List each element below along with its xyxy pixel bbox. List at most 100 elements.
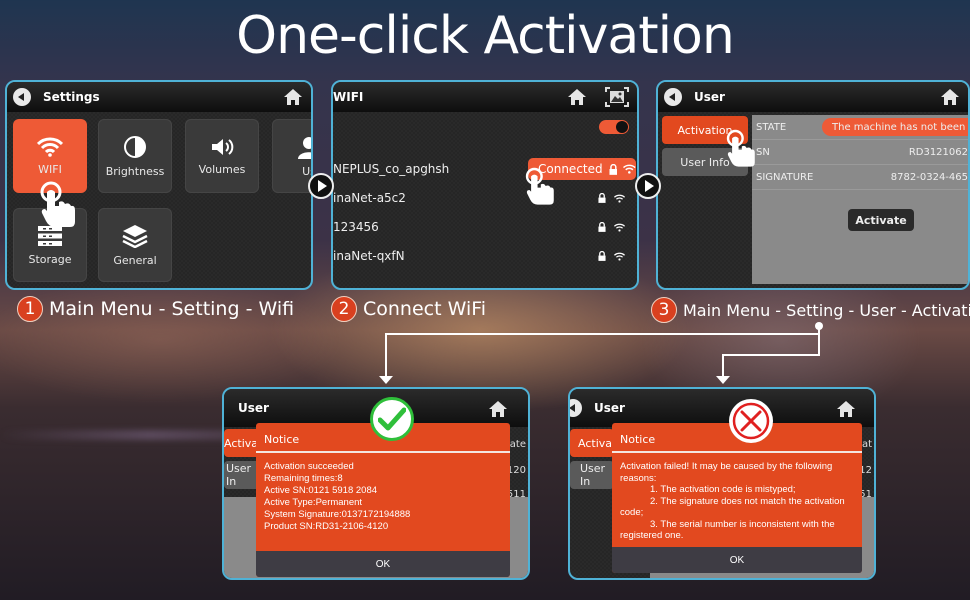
user-header: User bbox=[694, 90, 725, 104]
arrow-down-icon bbox=[379, 376, 393, 384]
network-name: inaNet-qxfN bbox=[333, 249, 405, 263]
settings-panel: Settings WIFI Brightness Volumes Us Stor… bbox=[5, 80, 313, 290]
home-icon[interactable] bbox=[488, 399, 508, 419]
tab-user-info[interactable]: User In bbox=[570, 461, 614, 489]
wifi-network-row[interactable]: inaNet-a5c2 bbox=[333, 184, 637, 212]
arrow-down-icon bbox=[716, 376, 730, 384]
wifi-header: WIFI bbox=[333, 90, 364, 104]
page-title: One-click Activation bbox=[236, 6, 735, 66]
tap-hand-icon bbox=[726, 129, 755, 167]
brightness-icon bbox=[124, 135, 146, 158]
tile-general[interactable]: General bbox=[98, 208, 172, 282]
user-header: User bbox=[594, 401, 625, 415]
wifi-signal-icon bbox=[614, 194, 625, 203]
tile-label: WIFI bbox=[38, 162, 62, 176]
home-icon[interactable] bbox=[836, 399, 856, 419]
tab-label: Activat bbox=[578, 436, 617, 450]
user-topbar: User bbox=[570, 389, 874, 427]
step-text: Connect WiFi bbox=[363, 298, 487, 320]
tile-volumes[interactable]: Volumes bbox=[185, 119, 259, 193]
message-line: Activation succeeded bbox=[264, 461, 354, 472]
tile-brightness[interactable]: Brightness bbox=[98, 119, 172, 193]
row-label: SN bbox=[756, 146, 770, 158]
message-line: Activation failed! It may be caused by t… bbox=[620, 461, 833, 484]
step-3-caption: 3 Main Menu - Setting - User - Activatio… bbox=[651, 297, 970, 323]
tile-label: Storage bbox=[28, 252, 72, 266]
message-line: 2. The signature does not match the acti… bbox=[620, 495, 845, 519]
info-row-signature: SIGNATURE 8782-0324-465 bbox=[752, 165, 968, 190]
state-badge: The machine has not been activ bbox=[822, 118, 968, 136]
message-line: Active Type:Permanent bbox=[264, 497, 363, 508]
volume-icon bbox=[212, 138, 234, 155]
tile-label: Volumes bbox=[198, 162, 246, 176]
wifi-signal-icon bbox=[614, 252, 625, 261]
row-value: RD3121062 bbox=[908, 146, 968, 158]
step-1-caption: 1 Main Menu - Setting - Wifi bbox=[17, 296, 294, 322]
back-button[interactable] bbox=[13, 88, 31, 106]
row-label: SIGNATURE bbox=[756, 171, 814, 183]
screenshot-icon[interactable] bbox=[605, 87, 629, 107]
row-label: STATE bbox=[756, 121, 787, 133]
lock-icon bbox=[609, 163, 617, 175]
tap-hand-icon bbox=[525, 167, 554, 205]
notice-dialog: Notice Activation succeeded Remaining ti… bbox=[256, 423, 510, 577]
ok-button[interactable]: OK bbox=[612, 547, 862, 573]
back-button[interactable] bbox=[664, 88, 682, 106]
activation-info-pane: STATE The machine has not been activ SN … bbox=[752, 115, 968, 284]
x-mark-icon bbox=[732, 402, 770, 440]
wifi-signal-icon bbox=[614, 223, 625, 232]
success-check-badge bbox=[370, 397, 414, 441]
user-activation-panel: User Activation User Info STATE The mach… bbox=[656, 80, 970, 290]
message-line: 1. The activation code is mistyped; bbox=[650, 484, 796, 495]
network-name: NEPLUS_co_apghsh bbox=[333, 162, 450, 176]
dialog-message: Activation failed! It may be caused by t… bbox=[620, 461, 854, 542]
home-icon[interactable] bbox=[567, 87, 587, 107]
tab-activation[interactable]: Activat bbox=[570, 429, 617, 457]
message-line: 3. The serial number is inconsistent wit… bbox=[620, 518, 835, 542]
dialog-divider bbox=[256, 451, 510, 453]
network-name: inaNet-a5c2 bbox=[333, 191, 406, 205]
tap-hand-icon bbox=[40, 181, 75, 227]
wifi-network-row[interactable]: 123456 bbox=[333, 213, 637, 241]
next-step-arrow-1 bbox=[308, 173, 334, 199]
tile-user[interactable]: Us bbox=[272, 119, 311, 193]
home-icon[interactable] bbox=[283, 87, 303, 107]
info-row-state: STATE The machine has not been activ bbox=[752, 115, 968, 140]
notice-dialog: Notice Activation failed! It may be caus… bbox=[612, 423, 862, 573]
message-line: Product SN:RD31-2106-4120 bbox=[264, 521, 389, 532]
step-text: Main Menu - Setting - Wifi bbox=[49, 298, 295, 320]
lock-icon bbox=[598, 222, 606, 232]
wifi-signal-icon bbox=[623, 164, 636, 174]
lock-icon bbox=[598, 251, 606, 261]
wifi-toggle[interactable] bbox=[599, 120, 629, 134]
user-icon bbox=[298, 136, 311, 159]
checkmark-icon bbox=[378, 407, 406, 431]
tile-label: Brightness bbox=[105, 164, 165, 178]
layers-icon bbox=[122, 224, 148, 248]
step-number: 2 bbox=[331, 296, 357, 322]
dialog-message: Activation succeeded Remaining times:8 A… bbox=[264, 461, 502, 533]
home-icon[interactable] bbox=[940, 87, 960, 107]
message-line: System Signature:0137172194888 bbox=[264, 509, 411, 520]
ok-button[interactable]: OK bbox=[256, 551, 510, 577]
step-text: Main Menu - Setting - User - Activation bbox=[683, 300, 970, 320]
wifi-network-row[interactable]: inaNet-qxfN bbox=[333, 242, 637, 270]
next-step-arrow-2 bbox=[635, 173, 661, 199]
dialog-title: Notice bbox=[264, 433, 300, 446]
tab-label: User Info bbox=[680, 155, 730, 169]
connector-line bbox=[385, 333, 820, 335]
connector-line bbox=[385, 333, 387, 376]
step-number: 3 bbox=[651, 297, 677, 323]
message-line: Active SN:0121 5918 2084 bbox=[264, 485, 378, 496]
back-button[interactable] bbox=[570, 399, 582, 417]
wifi-topbar: WIFI bbox=[333, 82, 637, 112]
tab-label: User In bbox=[580, 462, 606, 488]
network-name: 123456 bbox=[333, 220, 379, 234]
step-2-caption: 2 Connect WiFi bbox=[331, 296, 486, 322]
settings-header: Settings bbox=[43, 90, 100, 104]
user-header: User bbox=[238, 401, 269, 415]
activate-button[interactable]: Activate bbox=[848, 209, 914, 231]
connector-line bbox=[722, 354, 724, 376]
connector-line bbox=[722, 354, 820, 356]
dialog-title: Notice bbox=[620, 433, 656, 446]
